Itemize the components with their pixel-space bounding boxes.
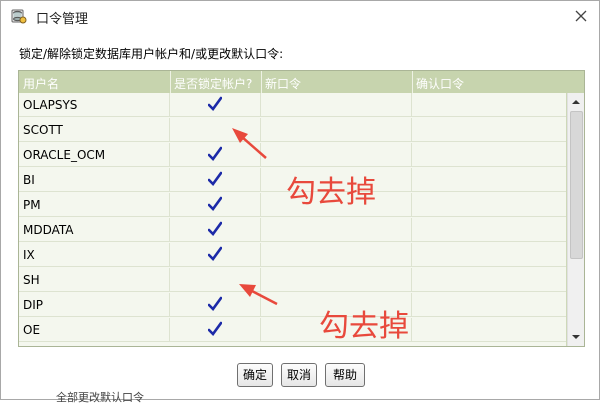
confirm-password-field[interactable] [412,118,566,142]
lock-account-checkbox[interactable] [170,268,261,292]
table-row[interactable]: OE [19,318,566,343]
confirm-password-field[interactable] [412,168,566,192]
confirm-password-field[interactable] [412,218,566,242]
scroll-up-icon[interactable] [568,95,584,109]
username-label: SCOTT [23,123,63,137]
lock-account-checkbox[interactable] [170,168,261,192]
username-label: SH [23,273,40,287]
confirm-password-field[interactable] [412,193,566,217]
username-label: OE [23,323,41,337]
vertical-scrollbar[interactable] [567,93,584,346]
username-cell: SCOTT [19,118,170,142]
username-cell: ORACLE_OCM [19,143,170,167]
title-bar[interactable]: 口令管理 [1,1,599,31]
lock-account-checkbox[interactable] [170,143,261,167]
checkmark-icon [208,246,222,261]
lock-account-checkbox[interactable] [170,93,261,117]
table-row[interactable]: IX [19,243,566,268]
username-cell: SH [19,268,170,292]
checkmark-icon [208,171,222,186]
checkmark-icon [208,146,222,161]
confirm-password-field[interactable] [412,243,566,267]
username-cell: IX [19,243,170,267]
table-row[interactable]: SH [19,268,566,293]
username-label: DIP [23,298,44,312]
background-window-text: 全部更改默认口令 [56,391,144,404]
new-password-field[interactable] [261,218,412,242]
checkmark-icon [208,96,222,111]
confirm-password-field[interactable] [412,293,566,317]
lock-account-checkbox[interactable] [170,318,261,342]
window-title: 口令管理 [36,12,89,27]
close-icon[interactable] [571,6,591,26]
lock-account-checkbox[interactable] [170,218,261,242]
lock-account-checkbox[interactable] [170,293,261,317]
new-password-field[interactable] [261,268,412,292]
new-password-field[interactable] [261,93,412,117]
username-label: ORACLE_OCM [23,148,106,162]
username-cell: BI [19,168,170,192]
lock-account-checkbox[interactable] [170,118,261,142]
confirm-password-field[interactable] [412,268,566,292]
username-cell: DIP [19,293,170,317]
table-header: 用户名 是否锁定帐户? 新口令 确认口令 [19,71,584,93]
confirm-password-field[interactable] [412,143,566,167]
username-label: PM [23,198,41,212]
cancel-button[interactable]: 取消 [281,363,317,387]
username-cell: OLAPSYS [19,93,170,117]
username-cell: MDDATA [19,218,170,242]
username-label: MDDATA [23,223,74,237]
new-password-field[interactable] [261,243,412,267]
instruction-text: 锁定/解除锁定数据库用户帐户和/或更改默认口令: [19,47,284,61]
checkmark-icon [208,196,222,211]
confirm-password-field[interactable] [412,318,566,342]
password-management-dialog: 口令管理 锁定/解除锁定数据库用户帐户和/或更改默认口令: 用户名 是否锁定帐户… [0,0,600,404]
help-button[interactable]: 帮助 [325,363,365,387]
new-password-field[interactable] [261,118,412,142]
table-row[interactable]: DIP [19,293,566,318]
username-cell: PM [19,193,170,217]
annotation-uncheck-scott: 勾去掉 [286,175,376,210]
ok-button[interactable]: 确定 [237,363,273,387]
table-row[interactable]: OLAPSYS [19,93,566,118]
annotation-uncheck-sh: 勾去掉 [319,309,409,344]
lock-account-checkbox[interactable] [170,193,261,217]
column-header-confirm-password[interactable]: 确认口令 [416,75,464,92]
table-row[interactable]: ORACLE_OCM [19,143,566,168]
scroll-down-icon[interactable] [568,330,584,344]
column-header-locked[interactable]: 是否锁定帐户? [174,75,252,92]
username-label: BI [23,173,35,187]
username-cell: OE [19,318,170,342]
table-body: OLAPSYS SCOTT ORACLE_OCM BI PM MDDATA IX SH DIP O… [19,93,566,346]
checkmark-icon [208,321,222,336]
checkmark-icon [208,221,222,236]
username-label: IX [23,248,35,262]
table-row[interactable]: MDDATA [19,218,566,243]
database-app-icon [11,9,27,24]
column-header-username[interactable]: 用户名 [23,75,59,92]
checkmark-icon [208,296,222,311]
confirm-password-field[interactable] [412,93,566,117]
username-label: OLAPSYS [23,98,78,112]
scrollbar-thumb[interactable] [570,111,583,259]
lock-account-checkbox[interactable] [170,243,261,267]
table-row[interactable]: SCOTT [19,118,566,143]
new-password-field[interactable] [261,143,412,167]
column-header-new-password[interactable]: 新口令 [265,75,301,92]
